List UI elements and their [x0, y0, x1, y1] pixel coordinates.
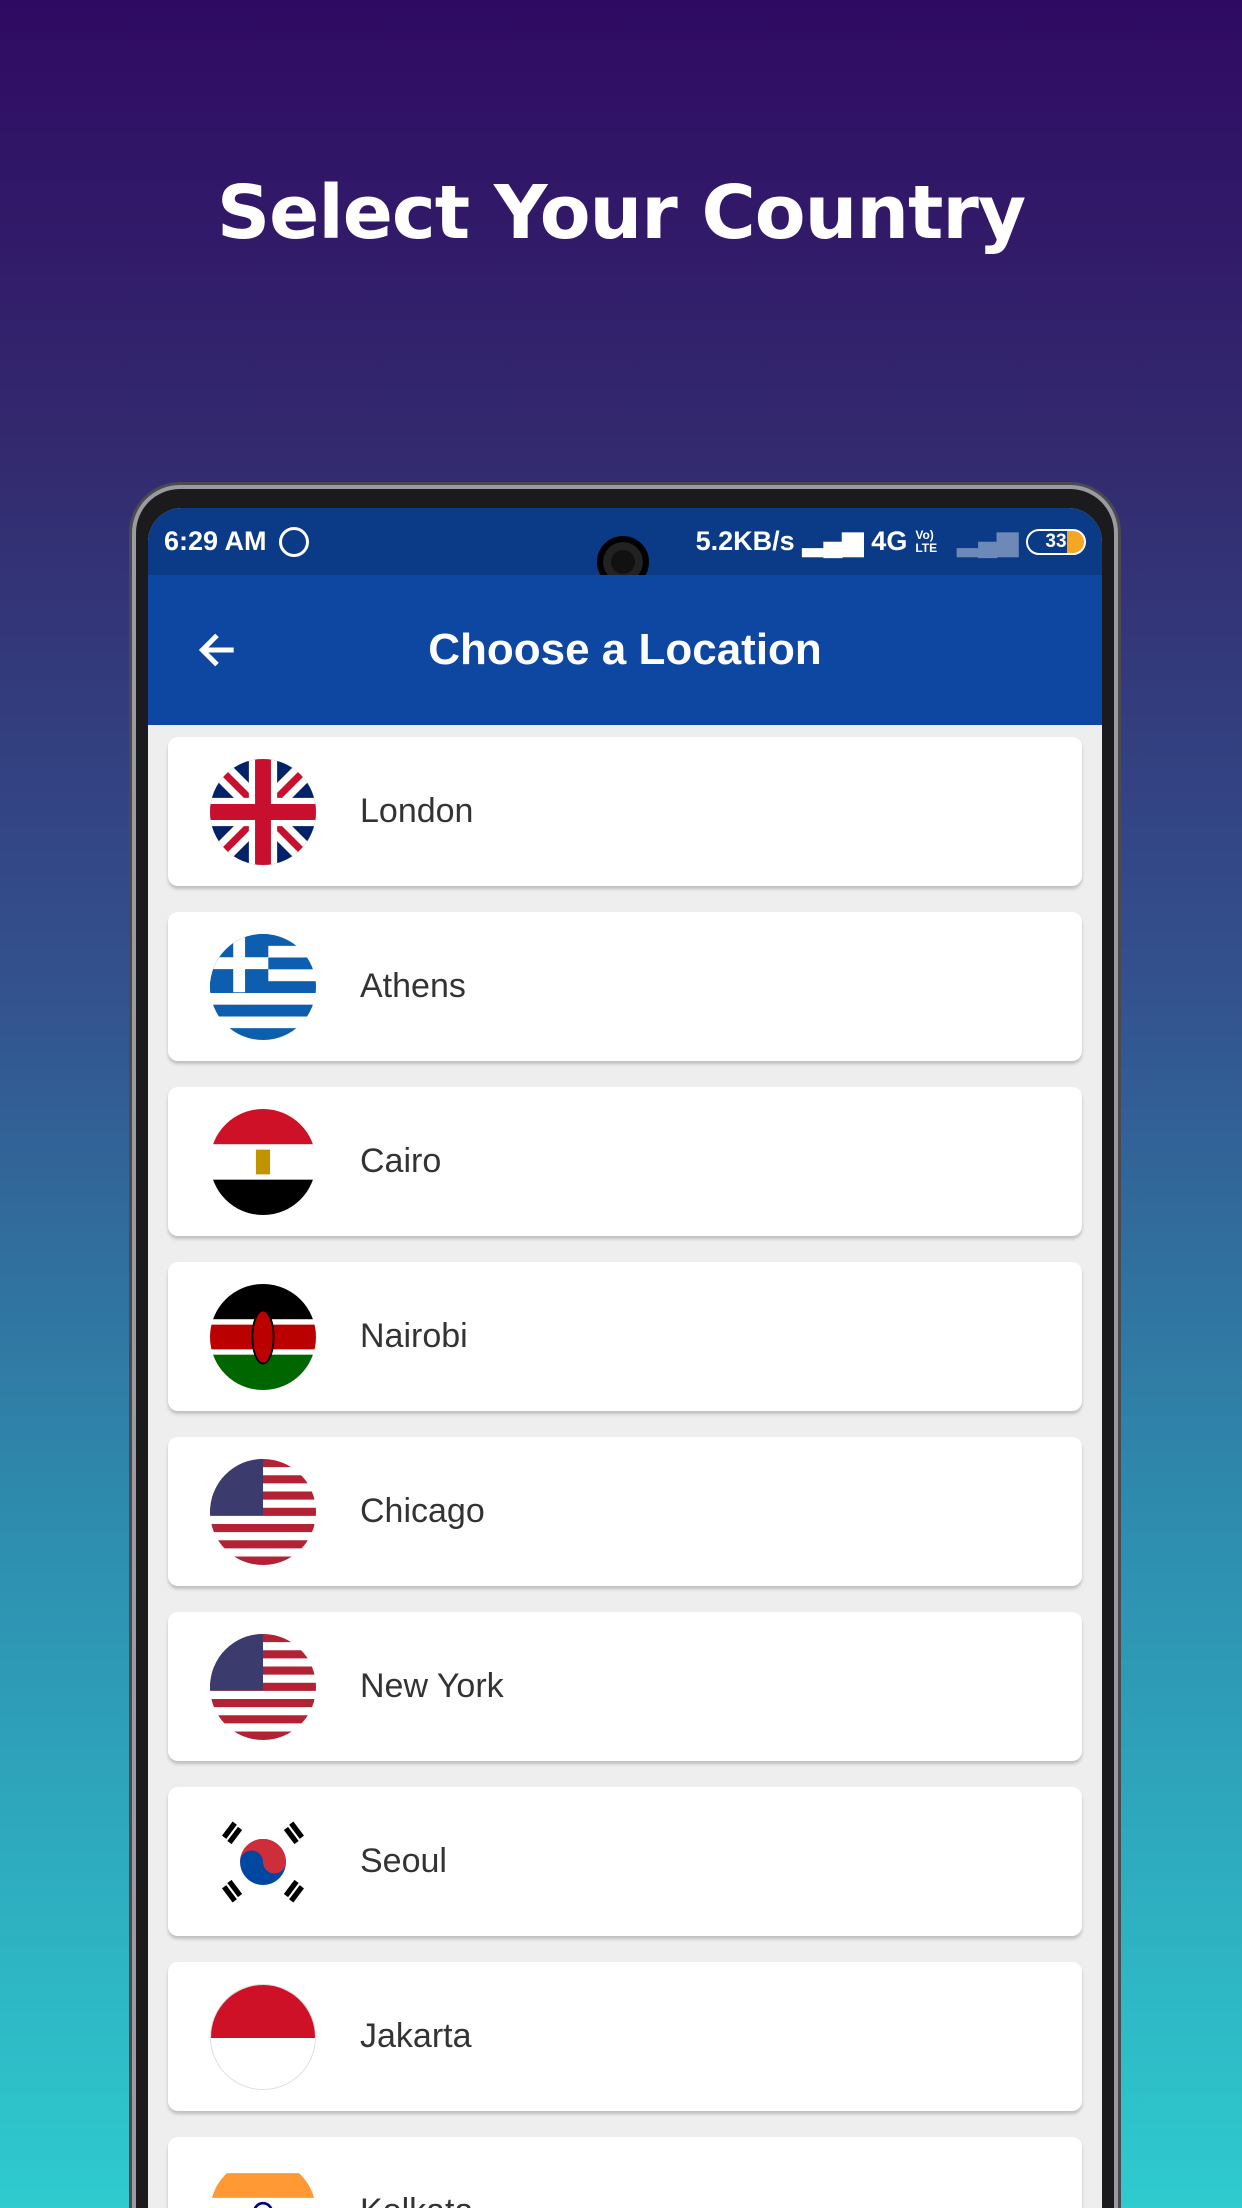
location-name: Athens: [360, 967, 466, 1005]
location-item-cairo[interactable]: Cairo: [168, 1087, 1082, 1236]
volte-icon: Vo) LTE: [915, 527, 938, 555]
network-speed: 5.2KB/s: [695, 526, 795, 556]
headline: Select Your Country: [216, 170, 1026, 256]
phone-screen: 6:29 AM 5.2KB/s ▂▄▆ 4G Vo) LTE ▂▄▆ 33 Ch…: [148, 508, 1102, 2208]
location-name: Nairobi: [360, 1317, 468, 1355]
location-item-chicago[interactable]: Chicago: [168, 1437, 1082, 1586]
battery-icon: 33: [1026, 528, 1086, 555]
kenya-flag-icon: [210, 1283, 316, 1390]
arrow-left-icon[interactable]: [192, 625, 242, 675]
usa-flag-icon: [210, 1458, 316, 1565]
usa-flag-icon: [210, 1633, 316, 1740]
indonesia-flag-icon: [210, 1983, 316, 2090]
location-item-london[interactable]: London: [168, 737, 1082, 886]
location-list[interactable]: London Athens Cairo Nairobi Chicago New …: [148, 725, 1102, 2208]
network-type: 4G: [871, 526, 908, 556]
signal-icon-2: ▂▄▆: [957, 526, 1018, 556]
location-item-kolkata[interactable]: Kolkata: [168, 2137, 1082, 2208]
signal-icon: ▂▄▆: [802, 526, 864, 556]
india-flag-icon: [210, 2158, 316, 2208]
location-name: London: [360, 792, 474, 830]
location-name: Jakarta: [360, 2017, 472, 2055]
location-item-jakarta[interactable]: Jakarta: [168, 1962, 1082, 2111]
south-korea-flag-icon: [210, 1808, 316, 1915]
egypt-flag-icon: [210, 1108, 316, 1215]
location-item-seoul[interactable]: Seoul: [168, 1787, 1082, 1936]
uk-flag-icon: [210, 758, 316, 865]
location-name: Seoul: [360, 1842, 447, 1880]
location-name: New York: [360, 1667, 504, 1705]
whatsapp-icon: [278, 526, 309, 557]
greece-flag-icon: [210, 933, 316, 1040]
location-item-nairobi[interactable]: Nairobi: [168, 1262, 1082, 1411]
location-name: Chicago: [360, 1492, 485, 1530]
app-bar: Choose a Location: [148, 575, 1102, 725]
location-item-new-york[interactable]: New York: [168, 1612, 1082, 1761]
location-item-athens[interactable]: Athens: [168, 912, 1082, 1061]
page-title: Choose a Location: [428, 625, 822, 674]
location-name: Kolkata: [360, 2192, 473, 2208]
location-name: Cairo: [360, 1142, 442, 1180]
status-time: 6:29 AM: [164, 526, 267, 556]
